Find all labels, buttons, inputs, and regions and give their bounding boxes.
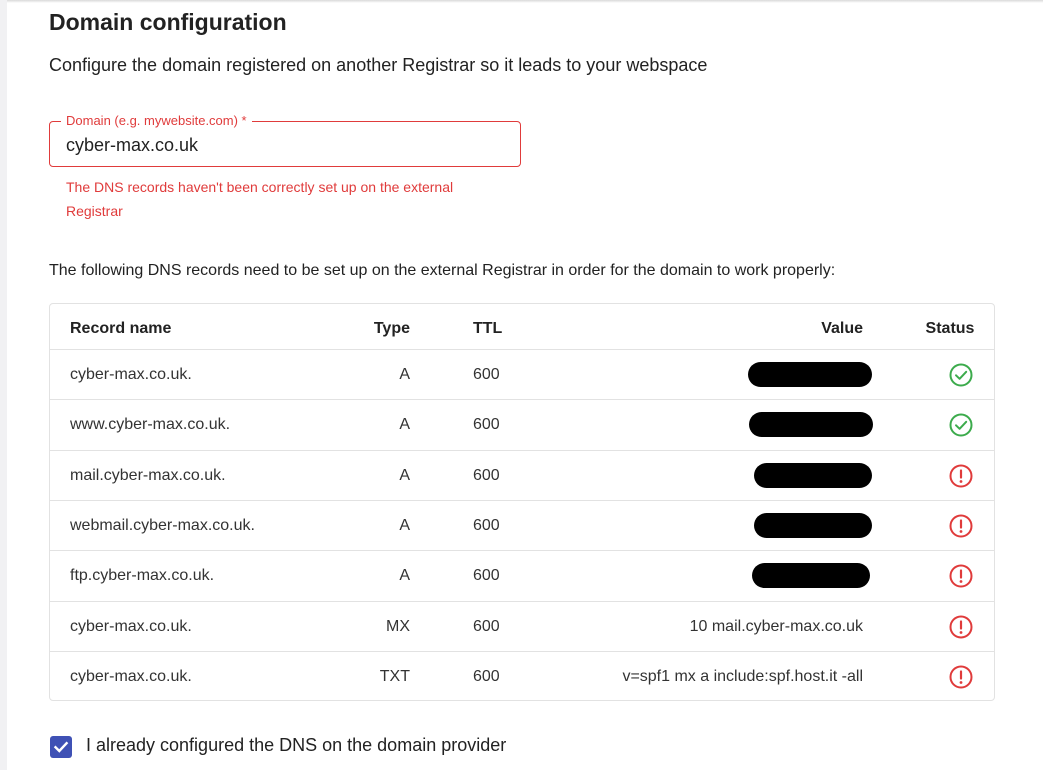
table-row: mail.cyber-max.co.uk. A 600 [50,449,994,501]
redacted-value [752,563,870,589]
record-name-cell: cyber-max.co.uk. [70,366,192,383]
record-ttl-cell: 600 [473,617,500,635]
record-name-cell: www.cyber-max.co.uk. [70,416,231,434]
record-type-cell: A [399,366,410,383]
records-intro: The following DNS records need to be set… [49,262,836,279]
record-name-cell: webmail.cyber-max.co.uk. [70,516,255,534]
record-value-cell: 10 mail.cyber-max.co.uk [689,617,863,635]
domain-input[interactable] [66,135,506,156]
table-row: cyber-max.co.uk. A 600 [50,349,994,400]
record-type-cell: A [399,416,410,434]
record-value-cell: v=spf1 mx a include:spf.host.it -all [622,667,863,685]
redacted-value [749,412,873,438]
top-shadow [7,0,1043,3]
record-ttl-cell: 600 [473,416,500,434]
table-row: webmail.cyber-max.co.uk. A 600 [50,499,994,551]
record-name-cell: mail.cyber-max.co.uk. [70,466,226,484]
dns-configured-label: I already configured the DNS on the doma… [86,735,507,755]
checkmark-icon [53,741,69,753]
record-ttl-cell: 600 [473,516,500,534]
table-row: cyber-max.co.uk. TXT 600 v=spf1 mx a includ… [50,650,994,702]
record-name-cell: ftp.cyber-max.co.uk. [70,567,215,585]
record-ttl-cell: 600 [473,466,500,484]
record-name-cell: cyber-max.co.uk. [70,667,192,685]
header-type: Type [373,320,410,337]
record-ttl-cell: 600 [473,567,500,585]
check-circle-icon [949,413,973,437]
table-row: www.cyber-max.co.uk. A 600 [50,399,994,450]
record-ttl-cell: 600 [473,366,500,383]
record-type-cell: MX [386,617,410,635]
redacted-value [748,362,872,387]
page-subtitle: Configure the domain registered on anoth… [49,55,708,75]
domain-field-label: Domain (e.g. mywebsite.com) * [61,113,252,129]
error-circle-icon [949,564,973,588]
left-panel-edge [0,0,7,770]
table-header-row: Record name Type TTL Value Status [50,304,994,354]
domain-field[interactable]: Domain (e.g. mywebsite.com) * [49,113,521,167]
error-circle-icon [949,665,973,689]
table-row: ftp.cyber-max.co.uk. A 600 [50,550,994,601]
record-type-cell: TXT [379,667,410,685]
domain-error-message: The DNS records haven't been correctly s… [66,179,454,219]
redacted-value [754,512,872,538]
check-circle-icon [949,363,973,387]
header-value: Value [821,320,863,337]
header-ttl: TTL [473,320,503,337]
header-status: Status [925,320,975,337]
error-circle-icon [949,464,973,488]
table-row: cyber-max.co.uk. MX 600 10 mail.cyber-max.c… [50,600,994,652]
dns-records-table: Record name Type TTL Value Status cyber-… [49,303,995,701]
record-type-cell: A [399,466,410,484]
redacted-value [754,462,872,488]
header-record-name: Record name [70,320,172,337]
page-title: Domain configuration [49,9,287,35]
error-circle-icon [949,615,973,638]
record-ttl-cell: 600 [473,667,500,685]
error-circle-icon [949,514,973,538]
record-type-cell: A [399,567,410,585]
record-type-cell: A [399,516,410,534]
record-name-cell: cyber-max.co.uk. [70,617,192,635]
dns-configured-checkbox[interactable] [50,736,72,758]
